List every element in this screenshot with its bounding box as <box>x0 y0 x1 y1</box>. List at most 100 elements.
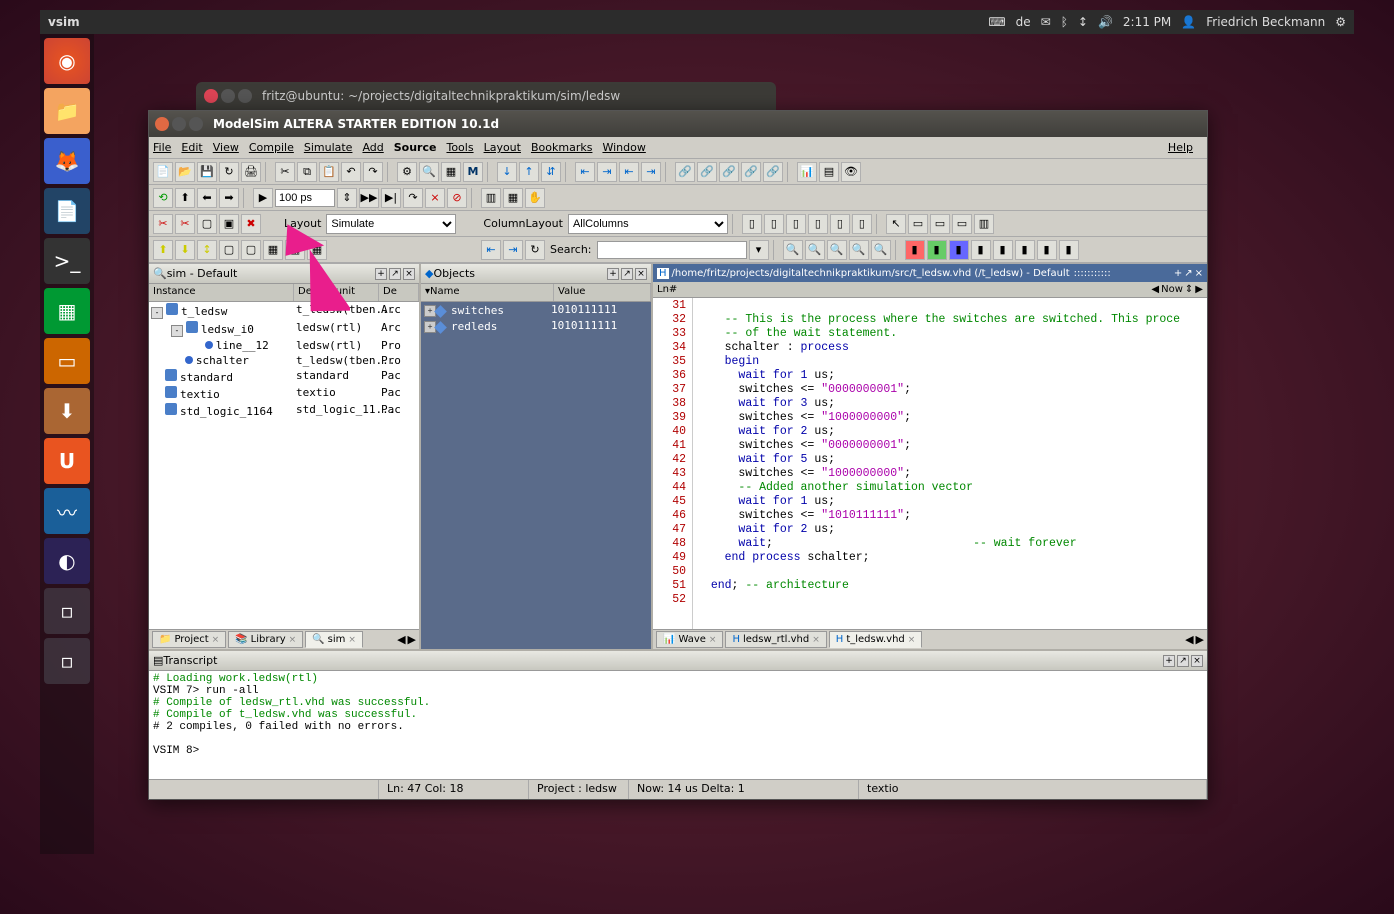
print-icon[interactable]: 🖨 <box>241 162 261 182</box>
now-stepper-icon[interactable]: ⇕ <box>1185 284 1193 295</box>
sel1-icon[interactable]: ▭ <box>908 214 928 234</box>
keyboard-icon[interactable]: ⌨ <box>988 15 1005 29</box>
terminal-icon[interactable]: >_ <box>44 238 90 284</box>
menu-view[interactable]: View <box>213 141 239 154</box>
editor-body[interactable]: 3132333435363738394041424344454647484950… <box>653 298 1207 629</box>
misc2-icon[interactable]: ▦ <box>503 188 523 208</box>
tab-scroll-left-icon[interactable]: ◀ <box>397 633 405 646</box>
menu-source[interactable]: Source <box>394 141 437 154</box>
link4-icon[interactable]: 🔗 <box>741 162 761 182</box>
bluetooth-icon[interactable]: ᛒ <box>1061 15 1068 29</box>
maximize-icon[interactable] <box>189 117 203 131</box>
tree-row[interactable]: textiotextioPac <box>149 385 419 402</box>
sel2-icon[interactable]: ▭ <box>930 214 950 234</box>
undo-icon[interactable]: ↶ <box>341 162 361 182</box>
search-input[interactable] <box>597 241 747 259</box>
l1-icon[interactable]: ▯ <box>742 214 762 234</box>
tree-row[interactable]: -ledsw_i0ledsw(rtl)Arc <box>149 320 419 338</box>
tab-scroll-right-icon[interactable]: ▶ <box>1196 633 1204 646</box>
watch-icon[interactable]: 👁 <box>841 162 861 182</box>
l6-icon[interactable]: ▯ <box>852 214 872 234</box>
w7-icon[interactable]: ▮ <box>1037 240 1057 260</box>
w4-icon[interactable]: ▮ <box>971 240 991 260</box>
menu-help[interactable]: Help <box>1168 141 1193 154</box>
list-icon[interactable]: ▤ <box>819 162 839 182</box>
menu-tools[interactable]: Tools <box>446 141 473 154</box>
transcript-header[interactable]: ▤ Transcript + ↗ × <box>149 651 1207 671</box>
arrow-down-icon[interactable]: ↓ <box>497 162 517 182</box>
menu-add[interactable]: Add <box>362 141 383 154</box>
zoom-in-icon[interactable]: 🔍 <box>783 240 803 260</box>
network-icon[interactable]: ↕ <box>1078 15 1088 29</box>
close-panel-icon[interactable]: × <box>1191 655 1203 667</box>
files-icon[interactable]: 📁 <box>44 88 90 134</box>
t3-icon[interactable]: ↕ <box>197 240 217 260</box>
new-icon[interactable]: 📄 <box>153 162 173 182</box>
break-icon[interactable]: ⨯ <box>425 188 445 208</box>
del-icon[interactable]: ✖ <box>241 214 261 234</box>
find-icon[interactable]: 🔍 <box>419 162 439 182</box>
save-icon[interactable]: 💾 <box>197 162 217 182</box>
cursor-prev-icon[interactable]: ⇤ <box>575 162 595 182</box>
tab-t-ledsw[interactable]: Ht_ledsw.vhd× <box>829 631 923 648</box>
menu-layout[interactable]: Layout <box>484 141 521 154</box>
t4-icon[interactable]: ▢ <box>219 240 239 260</box>
tab-scroll-left-icon[interactable]: ◀ <box>1185 633 1193 646</box>
zoom-out-icon[interactable]: 🔍 <box>805 240 825 260</box>
menu-edit[interactable]: Edit <box>181 141 202 154</box>
maximize-icon[interactable] <box>238 89 252 103</box>
close-panel-icon[interactable]: × <box>1195 268 1203 279</box>
modelsim-titlebar[interactable]: ModelSim ALTERA STARTER EDITION 10.1d <box>149 111 1207 137</box>
nav-back-icon[interactable]: ◀ <box>1151 284 1159 295</box>
tree-row[interactable]: standardstandardPac <box>149 368 419 385</box>
link3-icon[interactable]: 🔗 <box>719 162 739 182</box>
reload-icon[interactable]: ↻ <box>219 162 239 182</box>
arrow-updown-icon[interactable]: ⇵ <box>541 162 561 182</box>
zoom-full-icon[interactable]: 🔍 <box>849 240 869 260</box>
cut3-icon[interactable]: ✂ <box>175 214 195 234</box>
run-continue-icon[interactable]: ▶| <box>381 188 401 208</box>
link-icon[interactable]: 🔗 <box>675 162 695 182</box>
compile-icon[interactable]: ⚙ <box>397 162 417 182</box>
tree-row[interactable]: line__12ledsw(rtl)Pro <box>149 338 419 353</box>
runtime-field[interactable] <box>275 189 335 207</box>
col-de[interactable]: De <box>379 284 419 301</box>
volume-icon[interactable]: 🔊 <box>1098 15 1113 29</box>
nav-fwd-icon[interactable]: ▶ <box>1195 284 1203 295</box>
t7-icon[interactable]: ▦ <box>285 240 305 260</box>
close-icon[interactable] <box>204 89 218 103</box>
t1-icon[interactable]: ⬆ <box>153 240 173 260</box>
close-panel-icon[interactable]: × <box>635 268 647 280</box>
nav-up-icon[interactable]: ↻ <box>525 240 545 260</box>
mail-icon[interactable]: ✉ <box>1041 15 1051 29</box>
calc-icon[interactable]: ▦ <box>44 288 90 334</box>
stop-icon[interactable]: ⊘ <box>447 188 467 208</box>
zoom-r-icon[interactable]: 🔍 <box>871 240 891 260</box>
dock-icon[interactable]: + <box>607 268 619 280</box>
w5-icon[interactable]: ▮ <box>993 240 1013 260</box>
tab-wave[interactable]: 📊Wave× <box>656 631 723 648</box>
redo-icon[interactable]: ↷ <box>363 162 383 182</box>
copy-icon[interactable]: ⧉ <box>297 162 317 182</box>
editor-header[interactable]: H /home/fritz/projects/digitaltechnikpra… <box>653 264 1207 282</box>
tab-sim[interactable]: 🔍sim× <box>305 631 363 648</box>
modelsim-icon[interactable]: M <box>463 162 483 182</box>
cut2-icon[interactable]: ✂ <box>153 214 173 234</box>
doc-icon[interactable]: ▢ <box>197 214 217 234</box>
step-fwd-icon[interactable]: ➡ <box>219 188 239 208</box>
objects-list[interactable]: +switches1010111111+redleds1010111111 <box>421 302 651 649</box>
step-back-icon[interactable]: ⬅ <box>197 188 217 208</box>
wave-icon[interactable]: 📊 <box>797 162 817 182</box>
minimize-icon[interactable] <box>221 89 235 103</box>
dock-icon[interactable]: + <box>1174 268 1182 279</box>
run-all-icon[interactable]: ▶▶ <box>359 188 379 208</box>
object-row[interactable]: +switches1010111111 <box>421 302 651 318</box>
undock-icon[interactable]: ↗ <box>389 268 401 280</box>
tab-project[interactable]: 📁Project× <box>152 631 226 648</box>
col-instance[interactable]: Instance <box>149 284 294 301</box>
col-design[interactable]: Design unit <box>294 284 379 301</box>
cursor-next2-icon[interactable]: ⇥ <box>641 162 661 182</box>
ubuntu-one-icon[interactable]: U <box>44 438 90 484</box>
launcher-extra2-icon[interactable]: ▫ <box>44 638 90 684</box>
dock-icon[interactable]: + <box>375 268 387 280</box>
